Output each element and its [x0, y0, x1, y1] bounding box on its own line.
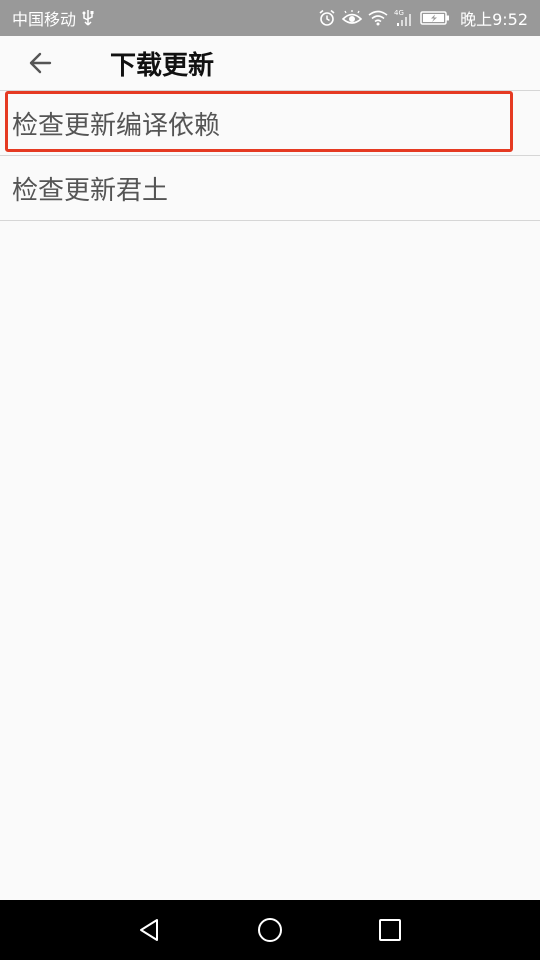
wifi-icon [368, 10, 388, 26]
list-item-label: 检查更新君土 [12, 175, 169, 206]
back-arrow-icon [29, 52, 52, 74]
status-bar: 中国移动 4G 晚上9:52 [0, 0, 540, 36]
nav-recents-button[interactable] [370, 910, 410, 950]
usb-icon [82, 9, 94, 27]
alarm-icon [318, 9, 336, 27]
signal-icon: 4G [394, 9, 414, 27]
update-options-list: 检查更新编译依赖 检查更新君土 [0, 90, 540, 221]
check-update-compile-deps-item[interactable]: 检查更新编译依赖 [0, 91, 540, 156]
triangle-back-icon [140, 919, 158, 941]
status-time: 晚上9:52 [460, 10, 528, 29]
check-update-juntu-item[interactable]: 检查更新君土 [0, 156, 540, 221]
app-bar: 下载更新 [0, 36, 540, 90]
system-nav-bar [0, 900, 540, 960]
nav-back-button[interactable] [130, 910, 170, 950]
status-left: 中国移动 [12, 6, 94, 30]
back-button[interactable] [0, 36, 80, 90]
circle-home-icon [258, 918, 282, 942]
svg-text:4G: 4G [394, 9, 404, 17]
eye-comfort-icon [342, 10, 363, 26]
page-title: 下载更新 [110, 50, 215, 81]
carrier-label: 中国移动 [12, 10, 77, 29]
square-recents-icon [379, 919, 401, 941]
nav-home-button[interactable] [250, 910, 290, 950]
battery-charging-icon [420, 10, 450, 26]
list-item-label: 检查更新编译依赖 [12, 110, 221, 141]
status-right: 4G 晚上9:52 [318, 6, 528, 30]
